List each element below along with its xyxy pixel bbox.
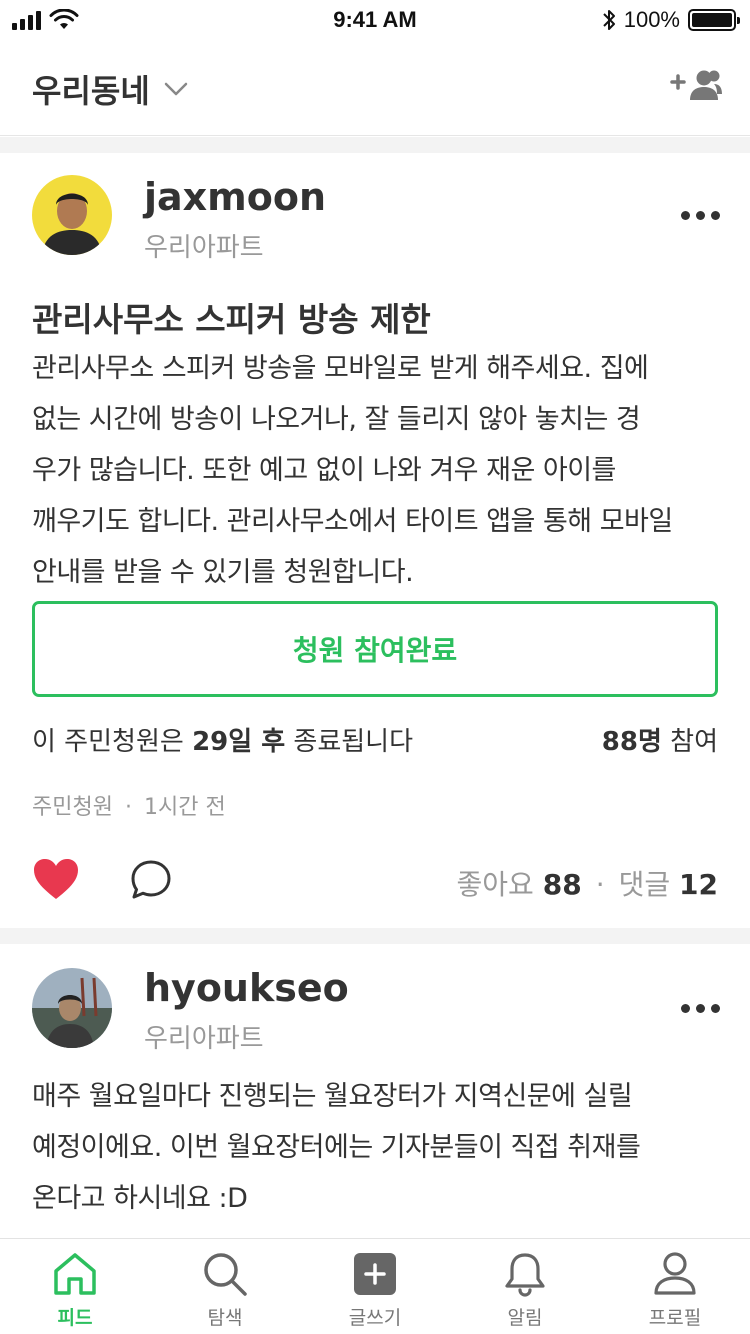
more-dot-icon xyxy=(681,1004,690,1013)
post-location: 우리아파트 xyxy=(144,1024,264,1054)
separator-dot: · xyxy=(595,868,605,901)
tab-explore[interactable]: 탐색 xyxy=(150,1239,300,1334)
chevron-down-icon xyxy=(164,82,188,96)
post-body-line: 없는 시간에 방송이 나오거나, 잘 들리지 않아 놓치는 경 xyxy=(32,404,641,435)
more-dot-icon xyxy=(696,1004,705,1013)
battery-percent: 100% xyxy=(623,7,680,32)
add-user-icon xyxy=(670,70,722,100)
post-body-line: 우가 많습니다. 또한 예고 없이 나와 겨우 재운 아이를 xyxy=(32,455,616,486)
add-friend-button[interactable] xyxy=(670,68,722,108)
avatar[interactable] xyxy=(32,175,112,255)
post-actions: 좋아요 88 · 댓글 12 xyxy=(32,853,718,913)
post-body: 매주 월요일마다 진행되는 월요장터가 지역신문에 실릴 예정이에요. 이번 월… xyxy=(32,1071,722,1224)
likes-count: 88 xyxy=(542,868,582,901)
post-body-line: 매주 월요일마다 진행되는 월요장터가 지역신문에 실릴 xyxy=(32,1081,633,1112)
petition-days-left: 29일 후 xyxy=(192,727,286,757)
heart-icon xyxy=(34,859,78,899)
tab-notifications[interactable]: 알림 xyxy=(450,1239,600,1334)
post-body-line: 예정이에요. 이번 월요장터에는 기자분들이 직접 취재를 xyxy=(32,1132,641,1163)
post-body-line: 안내를 받을 수 있기를 청원합니다. xyxy=(32,557,414,588)
post-username[interactable]: hyoukseo xyxy=(144,966,349,1010)
post-body-line: 관리사무소 스피커 방송을 모바일로 받게 해주세요. 집에 xyxy=(32,353,649,384)
likes-label: 좋아요 xyxy=(456,868,534,901)
comment-icon xyxy=(131,860,171,899)
feed-divider xyxy=(0,928,750,944)
more-dot-icon xyxy=(711,211,720,220)
petition-info: 이 주민청원은 29일 후 종료됩니다 88명 참여 xyxy=(32,721,718,758)
more-dot-icon xyxy=(696,211,705,220)
petition-participants: 88명 참여 xyxy=(602,721,718,758)
avatar[interactable] xyxy=(32,968,112,1048)
tab-label: 알림 xyxy=(507,1307,543,1329)
feed-post: hyoukseo 우리아파트 매주 월요일마다 진행되는 월요장터가 지역신문에… xyxy=(0,944,750,1238)
like-button[interactable] xyxy=(32,857,80,905)
app-header: 우리동네 xyxy=(0,40,750,136)
more-dot-icon xyxy=(711,1004,720,1013)
post-category[interactable]: 주민청원 xyxy=(32,795,113,820)
post-location: 우리아파트 xyxy=(144,233,264,263)
petition-deadline-prefix: 이 주민청원은 xyxy=(32,727,193,757)
post-username[interactable]: jaxmoon xyxy=(144,175,326,219)
post-body-line: 깨우기도 합니다. 관리사무소에서 타이트 앱을 통해 모바일 xyxy=(32,506,673,537)
feed-post: jaxmoon 우리아파트 관리사무소 스피커 방송 제한 관리사무소 스피커 … xyxy=(0,153,750,928)
tab-label: 프로필 xyxy=(648,1307,702,1329)
post-body-line: 온다고 하시네요 :D xyxy=(32,1183,248,1214)
bottom-tab-bar: 피드 탐색 글쓰기 알림 프로필 xyxy=(0,1238,750,1334)
petition-join-button[interactable]: 청원 참여완료 xyxy=(32,601,718,697)
home-icon xyxy=(54,1253,96,1295)
tab-write[interactable]: 글쓰기 xyxy=(300,1239,450,1334)
tab-label: 탐색 xyxy=(207,1307,243,1329)
feed-divider xyxy=(0,137,750,153)
separator-dot: · xyxy=(124,795,132,820)
bell-icon xyxy=(505,1253,545,1297)
participant-label: 참여 xyxy=(661,727,718,757)
petition-deadline-suffix: 종료됩니다 xyxy=(285,727,414,757)
post-title: 관리사무소 스피커 방송 제한 xyxy=(32,300,431,339)
bluetooth-icon xyxy=(603,10,615,30)
participant-count: 88명 xyxy=(601,727,662,757)
comments-label[interactable]: 댓글 xyxy=(619,868,671,901)
tab-profile[interactable]: 프로필 xyxy=(600,1239,750,1334)
header-title: 우리동네 xyxy=(32,72,150,110)
tab-label: 피드 xyxy=(57,1307,93,1329)
tab-label: 글쓰기 xyxy=(348,1307,402,1329)
post-body: 관리사무소 스피커 방송을 모바일로 받게 해주세요. 집에 없는 시간에 방송… xyxy=(32,343,722,598)
battery-icon xyxy=(688,9,740,31)
neighborhood-selector[interactable]: 우리동네 xyxy=(32,66,188,112)
comments-count: 12 xyxy=(679,868,718,901)
more-options-button[interactable] xyxy=(681,1004,720,1013)
comment-button[interactable] xyxy=(130,859,172,905)
profile-icon xyxy=(654,1252,696,1295)
post-counts: 좋아요 88 · 댓글 12 xyxy=(457,863,718,903)
search-icon xyxy=(204,1253,247,1296)
status-right: 100% xyxy=(602,7,740,33)
petition-deadline: 이 주민청원은 29일 후 종료됩니다 xyxy=(32,721,413,758)
more-options-button[interactable] xyxy=(681,211,720,220)
post-meta: 주민청원 · 1시간 전 xyxy=(32,789,226,821)
tab-feed[interactable]: 피드 xyxy=(0,1239,150,1334)
write-plus-icon xyxy=(354,1253,396,1295)
more-dot-icon xyxy=(681,211,690,220)
status-bar: 9:41 AM 100% xyxy=(0,0,750,40)
post-time: 1시간 전 xyxy=(143,795,226,820)
